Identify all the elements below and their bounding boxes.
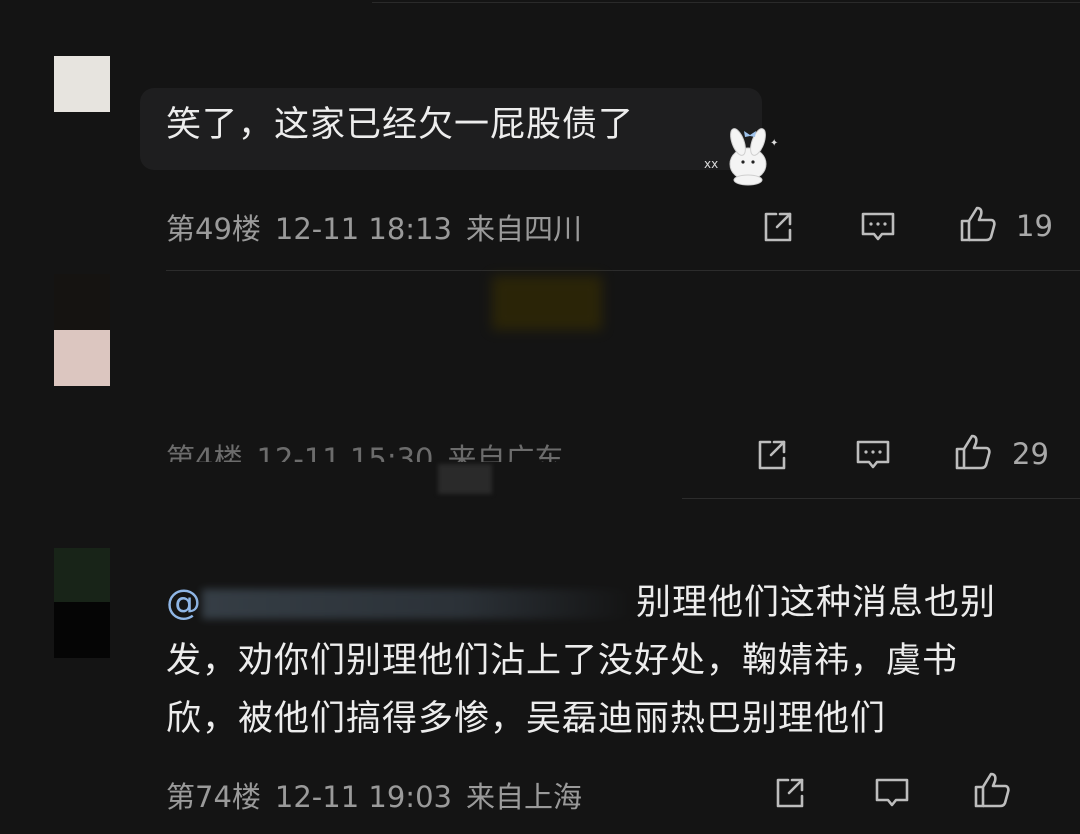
redacted-content bbox=[438, 464, 492, 494]
avatar[interactable] bbox=[54, 602, 110, 658]
share-icon[interactable] bbox=[752, 434, 792, 474]
floor-number: 第74楼 bbox=[166, 780, 261, 814]
thumbs-up-icon[interactable] bbox=[958, 204, 998, 244]
comment-icon[interactable] bbox=[853, 434, 893, 474]
comment-text-line: 欣，被他们搞得多惨，吴磊迪丽热巴别理他们 bbox=[166, 699, 887, 739]
divider bbox=[372, 2, 1080, 3]
comment-location: 来自四川 bbox=[465, 212, 582, 246]
share-icon[interactable] bbox=[758, 206, 798, 246]
bunny-sticker-icon: xx ✦ bbox=[700, 122, 784, 186]
comment-location: 来自广东 bbox=[447, 442, 564, 462]
avatar[interactable] bbox=[54, 56, 110, 112]
comment-meta: 第4楼 12-11 15:30 来自广东 bbox=[166, 436, 578, 462]
comment-time: 12-11 18:13 bbox=[274, 212, 452, 246]
redacted-content bbox=[492, 276, 602, 330]
like-count: 29 bbox=[1012, 437, 1049, 471]
comment-text: 笑了，这家已经欠一屁股债了 bbox=[166, 105, 635, 145]
comment-time: 12-11 15:30 bbox=[256, 442, 434, 462]
avatar-shadow bbox=[54, 548, 110, 604]
floor-number: 第4楼 bbox=[166, 442, 243, 462]
comment-text-line: 发，劝你们别理他们沾上了没好处，鞠婧祎，虞书 bbox=[166, 641, 959, 681]
like-count: 19 bbox=[1016, 209, 1053, 243]
comment-icon[interactable] bbox=[858, 206, 898, 246]
share-icon[interactable] bbox=[770, 772, 810, 812]
floor-number: 第49楼 bbox=[166, 212, 261, 246]
svg-text:✦: ✦ bbox=[770, 138, 778, 149]
comment-meta: 第74楼 12-11 19:03 来自上海 bbox=[166, 774, 596, 816]
comment-location: 来自上海 bbox=[465, 780, 582, 814]
comment-line: @ 别理他们这种消息也别 bbox=[166, 574, 1056, 632]
thumbs-up-icon[interactable] bbox=[953, 432, 993, 472]
divider bbox=[682, 498, 1080, 499]
comment-text: @ 别理他们这种消息也别 发，劝你们别理他们沾上了没好处，鞠婧祎，虞书 欣，被他们… bbox=[166, 574, 1056, 748]
thumbs-up-icon[interactable] bbox=[972, 770, 1012, 810]
svg-text:xx: xx bbox=[704, 157, 718, 171]
comment-icon[interactable] bbox=[872, 772, 912, 812]
avatar-shadow bbox=[54, 274, 110, 330]
redacted-mention bbox=[202, 589, 632, 619]
comment-text-line: 别理他们这种消息也别 bbox=[636, 583, 997, 623]
mention-link[interactable]: @ bbox=[166, 583, 202, 623]
comment-time: 12-11 19:03 bbox=[274, 780, 452, 814]
divider bbox=[166, 270, 1080, 271]
comment-meta: 第49楼 12-11 18:13 来自四川 bbox=[166, 206, 596, 248]
comment-feed: 笑了，这家已经欠一屁股债了 xx ✦ 第49楼 12-11 18:13 来自四川 bbox=[0, 0, 1080, 834]
avatar[interactable] bbox=[54, 330, 110, 386]
